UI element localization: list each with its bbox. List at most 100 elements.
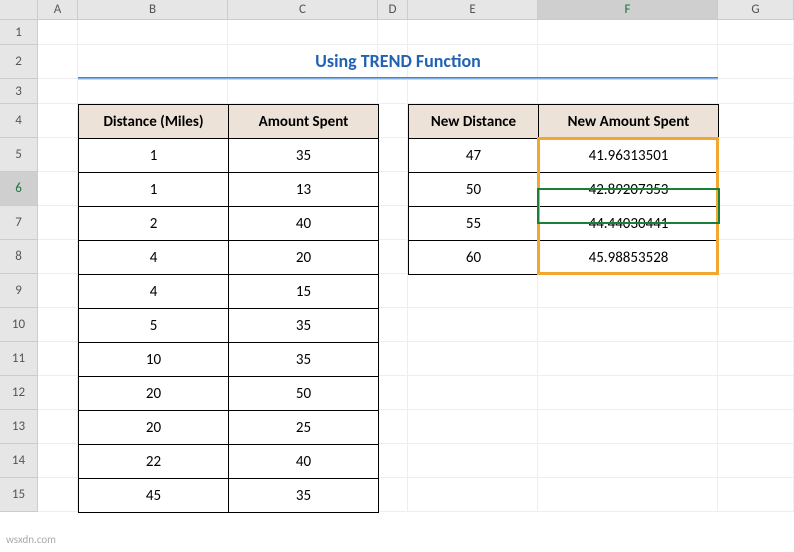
cell[interactable] <box>538 79 718 104</box>
cell[interactable] <box>378 308 408 342</box>
table2-cell[interactable]: 42.89207353 <box>539 173 719 207</box>
cell[interactable] <box>38 104 78 138</box>
cell[interactable] <box>78 79 228 104</box>
table1-cell[interactable]: 2 <box>79 207 229 241</box>
table1-cell[interactable]: 40 <box>229 207 379 241</box>
table2-header-newdist[interactable]: New Distance <box>409 105 539 139</box>
col-header-F[interactable]: F <box>538 0 718 19</box>
cell[interactable] <box>38 240 78 274</box>
table1-cell[interactable]: 35 <box>229 309 379 343</box>
cell[interactable] <box>718 274 794 308</box>
cell[interactable] <box>718 342 794 376</box>
table1-cell[interactable]: 50 <box>229 377 379 411</box>
table2-cell[interactable]: 45.98853528 <box>539 241 719 275</box>
table1-cell[interactable]: 15 <box>229 275 379 309</box>
cell[interactable] <box>408 20 538 45</box>
cell[interactable] <box>228 20 378 45</box>
table1-cell[interactable]: 20 <box>229 241 379 275</box>
cell[interactable] <box>38 45 78 79</box>
row-header-12[interactable]: 12 <box>0 376 38 410</box>
cell[interactable] <box>718 478 794 512</box>
row-header-9[interactable]: 9 <box>0 274 38 308</box>
table1-cell[interactable]: 20 <box>79 377 229 411</box>
row-header-11[interactable]: 11 <box>0 342 38 376</box>
row-header-13[interactable]: 13 <box>0 410 38 444</box>
table2-cell[interactable]: 41.96313501 <box>539 139 719 173</box>
cell[interactable] <box>538 308 718 342</box>
cell[interactable] <box>408 444 538 478</box>
table2-cell[interactable]: 47 <box>409 139 539 173</box>
cell[interactable] <box>378 240 408 274</box>
cell[interactable] <box>38 444 78 478</box>
cell[interactable] <box>38 138 78 172</box>
col-header-B[interactable]: B <box>78 0 228 19</box>
table1-cell[interactable]: 35 <box>229 479 379 513</box>
col-header-D[interactable]: D <box>378 0 408 19</box>
cell[interactable] <box>408 342 538 376</box>
row-header-14[interactable]: 14 <box>0 444 38 478</box>
col-header-A[interactable]: A <box>38 0 78 19</box>
cell[interactable] <box>378 410 408 444</box>
cell[interactable] <box>408 274 538 308</box>
cell[interactable] <box>378 342 408 376</box>
table2-cell[interactable]: 55 <box>409 207 539 241</box>
table1-cell[interactable]: 1 <box>79 173 229 207</box>
row-header-8[interactable]: 8 <box>0 240 38 274</box>
cell[interactable] <box>538 478 718 512</box>
row-header-10[interactable]: 10 <box>0 308 38 342</box>
cell[interactable] <box>718 79 794 104</box>
table1-cell[interactable]: 35 <box>229 139 379 173</box>
cell[interactable] <box>38 478 78 512</box>
cell[interactable] <box>38 206 78 240</box>
cell[interactable] <box>538 410 718 444</box>
cell[interactable] <box>38 410 78 444</box>
cell[interactable] <box>718 240 794 274</box>
row-header-3[interactable]: 3 <box>0 79 38 104</box>
table2-header-newamount[interactable]: New Amount Spent <box>539 105 719 139</box>
cell[interactable] <box>718 138 794 172</box>
cell[interactable] <box>378 79 408 104</box>
cell[interactable] <box>718 20 794 45</box>
cell[interactable] <box>718 308 794 342</box>
table1-cell[interactable]: 40 <box>229 445 379 479</box>
sheet-title-cell[interactable]: Using TREND Function <box>78 45 718 79</box>
row-header-4[interactable]: 4 <box>0 104 38 138</box>
cell[interactable] <box>378 138 408 172</box>
table1-header-distance[interactable]: Distance (Miles) <box>79 105 229 139</box>
cell[interactable] <box>378 104 408 138</box>
table1-cell[interactable]: 10 <box>79 343 229 377</box>
table1-cell[interactable]: 1 <box>79 139 229 173</box>
cell[interactable] <box>38 308 78 342</box>
table1-cell[interactable]: 45 <box>79 479 229 513</box>
table1-cell[interactable]: 20 <box>79 411 229 445</box>
cell[interactable] <box>378 206 408 240</box>
row-header-15[interactable]: 15 <box>0 478 38 512</box>
col-header-E[interactable]: E <box>408 0 538 19</box>
row-header-1[interactable]: 1 <box>0 20 38 45</box>
table1-cell[interactable]: 25 <box>229 411 379 445</box>
row-header-5[interactable]: 5 <box>0 138 38 172</box>
cell[interactable] <box>38 376 78 410</box>
cell[interactable] <box>538 376 718 410</box>
cell[interactable] <box>408 410 538 444</box>
cell[interactable] <box>718 376 794 410</box>
cell[interactable] <box>538 274 718 308</box>
row-header-6[interactable]: 6 <box>0 172 38 206</box>
cell[interactable] <box>38 79 78 104</box>
cell[interactable] <box>38 20 78 45</box>
table2-cell[interactable]: 60 <box>409 241 539 275</box>
cell[interactable] <box>378 20 408 45</box>
cell[interactable] <box>378 274 408 308</box>
cell[interactable] <box>718 172 794 206</box>
table1-cell[interactable]: 5 <box>79 309 229 343</box>
col-header-C[interactable]: C <box>228 0 378 19</box>
cell[interactable] <box>718 45 794 79</box>
cell[interactable] <box>378 376 408 410</box>
cell[interactable] <box>228 79 378 104</box>
cell[interactable] <box>408 376 538 410</box>
cell[interactable] <box>78 20 228 45</box>
table2-cell[interactable]: 50 <box>409 173 539 207</box>
cell[interactable] <box>378 172 408 206</box>
cell[interactable] <box>408 478 538 512</box>
table1-cell[interactable]: 13 <box>229 173 379 207</box>
